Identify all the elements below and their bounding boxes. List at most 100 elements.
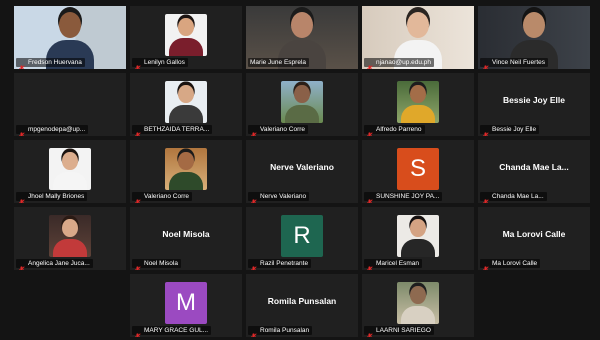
muted-mic-icon — [366, 327, 373, 337]
participant-name-label: Angelica Jane Juca... — [16, 259, 93, 270]
participant-tile[interactable]: Vince Neil Fuertes — [478, 6, 590, 69]
muted-mic-icon — [366, 260, 373, 270]
participant-name: Marie June Esprela — [250, 59, 306, 66]
muted-mic-icon — [250, 193, 257, 203]
muted-mic-icon — [18, 126, 25, 136]
participant-name: BETHZAIDA TERRA... — [144, 126, 210, 133]
participant-name: Lenilyn Gallos — [144, 59, 185, 66]
participant-display-name: Noel Misola — [162, 229, 210, 239]
muted-mic-icon — [482, 260, 489, 270]
participant-tile[interactable]: Fredson Huervana — [14, 6, 126, 69]
participant-tile[interactable]: Ma Lorovi Calle Ma Lorovi Calle — [478, 207, 590, 270]
participant-shoulders — [169, 171, 203, 190]
participant-head — [62, 152, 78, 171]
participant-display-name: Nerve Valeriano — [270, 162, 334, 172]
participant-shoulders — [401, 238, 435, 257]
participant-display-name: Bessie Joy Elle — [503, 95, 565, 105]
participant-head — [62, 219, 78, 238]
participant-name: Valeriano Corre — [144, 193, 190, 200]
muted-mic-icon — [18, 260, 25, 270]
participant-name-label: Valeriano Corre — [132, 192, 193, 203]
muted-mic-icon — [134, 327, 141, 337]
participant-name: Jhoel Mally Briones — [28, 193, 85, 200]
participant-name: MARY GRACE GUL... — [144, 327, 209, 334]
participant-tile[interactable]: Valeriano Corre — [130, 140, 242, 203]
participant-head — [407, 12, 429, 38]
participant-name-label: Fredson Huervana — [16, 58, 85, 69]
participant-photo — [397, 215, 439, 257]
participant-name-label: Romila Punsalan — [248, 326, 313, 337]
participant-tile[interactable]: S SUNSHINE JOY PA... — [362, 140, 474, 203]
participant-name-label: SUNSHINE JOY PA... — [364, 192, 443, 203]
participant-tile[interactable]: Angelica Jane Juca... — [14, 207, 126, 270]
participant-name-label: Marie June Esprela — [248, 58, 309, 67]
participant-shoulders — [401, 104, 435, 123]
participant-photo — [165, 14, 207, 56]
participant-name-label: Lenilyn Gallos — [132, 58, 188, 69]
participant-tile[interactable]: Bessie Joy Elle Bessie Joy Elle — [478, 73, 590, 136]
participant-name: Nerve Valeriano — [260, 193, 307, 200]
participant-tile[interactable]: BETHZAIDA TERRA... — [130, 73, 242, 136]
participant-photo — [165, 81, 207, 123]
avatar-letter: M — [165, 282, 207, 324]
muted-mic-icon — [134, 59, 141, 69]
participant-tile[interactable]: M MARY GRACE GUL... — [130, 274, 242, 337]
participant-name: Angelica Jane Juca... — [28, 260, 90, 267]
participant-tile[interactable]: Marie June Esprela — [246, 6, 358, 69]
participant-shoulders — [169, 104, 203, 123]
participant-name-label: LAARNI SARIEGO — [364, 326, 434, 337]
participant-name-label: Valeriano Corre — [248, 125, 309, 136]
participant-photo — [397, 81, 439, 123]
participant-name-label: njanao@up.edu.ph — [364, 58, 435, 69]
participant-name-label: Vince Neil Fuertes — [480, 58, 548, 69]
participant-shoulders — [401, 305, 435, 324]
participant-head — [410, 85, 426, 104]
participant-shoulders — [53, 238, 87, 257]
participant-tile[interactable]: njanao@up.edu.ph — [362, 6, 474, 69]
participant-name: Vince Neil Fuertes — [492, 59, 545, 66]
muted-mic-icon — [134, 260, 141, 270]
participant-head — [178, 18, 194, 37]
participant-head — [59, 12, 81, 38]
participant-tile[interactable]: Jhoel Mally Briones — [14, 140, 126, 203]
participant-name: Fredson Huervana — [28, 59, 82, 66]
participant-tile[interactable]: mpgenodepa@up... — [14, 73, 126, 136]
participant-display-name: Chanda Mae La... — [499, 162, 569, 172]
muted-mic-icon — [250, 260, 257, 270]
participant-tile[interactable]: Nerve Valeriano Nerve Valeriano — [246, 140, 358, 203]
participant-tile[interactable]: Alfredo Parreno — [362, 73, 474, 136]
participant-name-label: Noel Misola — [132, 259, 181, 270]
participant-name-label: Bessie Joy Elle — [480, 125, 540, 136]
participant-name-label: BETHZAIDA TERRA... — [132, 125, 213, 136]
participant-tile[interactable]: Valeriano Corre — [246, 73, 358, 136]
participant-name: SUNSHINE JOY PA... — [376, 193, 440, 200]
avatar-letter: S — [397, 148, 439, 190]
participant-name: Alfredo Parreno — [376, 126, 422, 133]
muted-mic-icon — [250, 327, 257, 337]
muted-mic-icon — [482, 59, 489, 69]
participant-tile[interactable]: Romila Punsalan Romila Punsalan — [246, 274, 358, 337]
participant-tile[interactable]: Noel Misola Noel Misola — [130, 207, 242, 270]
participant-display-name: Romila Punsalan — [267, 296, 337, 306]
participant-tile[interactable]: Maricel Esman — [362, 207, 474, 270]
participant-tile[interactable]: Lenilyn Gallos — [130, 6, 242, 69]
muted-mic-icon — [482, 193, 489, 203]
participant-tile[interactable]: Chanda Mae La... Chanda Mae La... — [478, 140, 590, 203]
participant-display-name: Ma Lorovi Calle — [502, 229, 566, 239]
participant-tile[interactable]: LAARNI SARIEGO — [362, 274, 474, 337]
gallery-grid: Fredson Huervana Lenilyn Gallos Marie June… — [0, 0, 600, 340]
participant-head — [294, 85, 310, 104]
participant-photo — [397, 282, 439, 324]
participant-name-label: Chanda Mae La... — [480, 192, 547, 203]
participant-shoulders — [169, 37, 203, 56]
participant-head — [178, 85, 194, 104]
muted-mic-icon — [18, 59, 25, 69]
participant-name: Razil Penetrante — [260, 260, 309, 267]
participant-name: Romila Punsalan — [260, 327, 310, 334]
participant-tile[interactable]: R Razil Penetrante — [246, 207, 358, 270]
participant-photo — [165, 148, 207, 190]
participant-head — [523, 12, 545, 38]
participant-name: Ma Lorovi Calle — [492, 260, 538, 267]
muted-mic-icon — [134, 193, 141, 203]
participant-shoulders — [53, 171, 87, 190]
